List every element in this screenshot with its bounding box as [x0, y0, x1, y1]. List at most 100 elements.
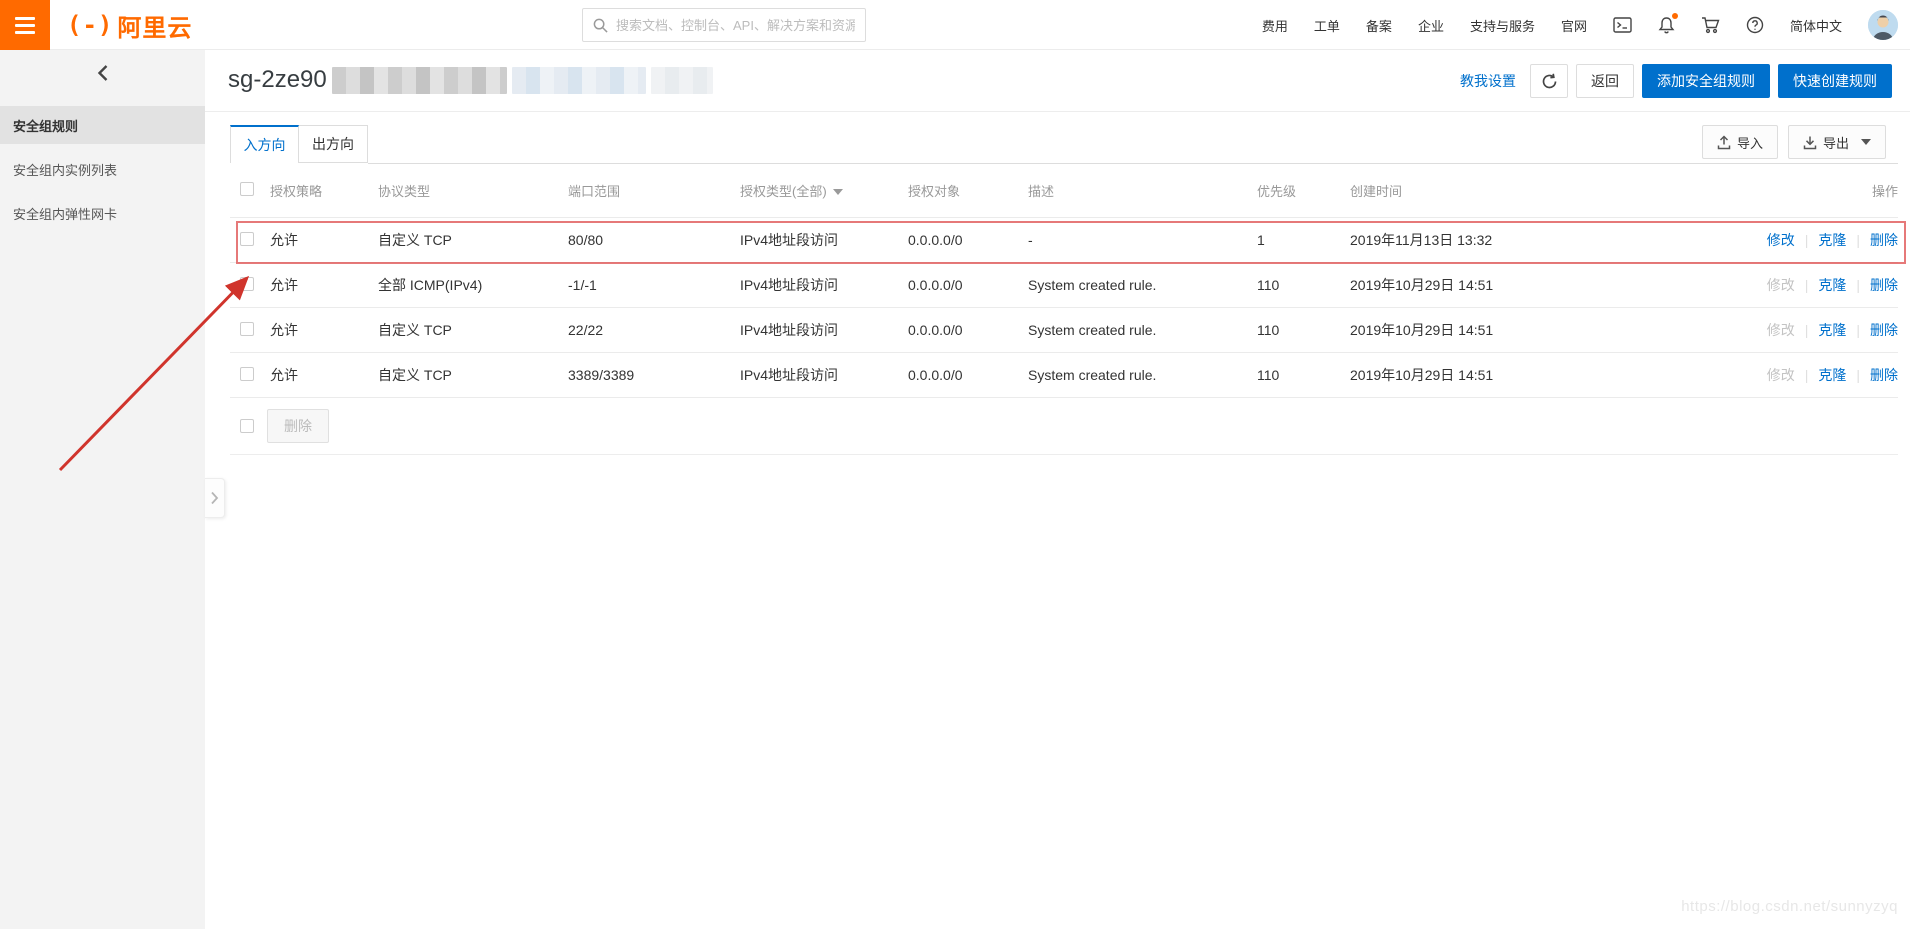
- notification-bell-icon[interactable]: [1658, 16, 1675, 34]
- import-label: 导入: [1737, 133, 1763, 152]
- cell-policy: 允许: [270, 275, 378, 295]
- cell-policy: 允许: [270, 365, 378, 385]
- sidebar-item-enis-in-group[interactable]: 安全组内弹性网卡: [0, 194, 205, 232]
- nav-item-enterprise[interactable]: 企业: [1418, 16, 1444, 35]
- nav-item-website[interactable]: 官网: [1561, 16, 1587, 35]
- tab-inbound[interactable]: 入方向: [230, 125, 299, 163]
- cell-protocol: 自定义 TCP: [378, 365, 568, 385]
- cell-port-range: 3389/3389: [568, 367, 740, 383]
- cell-protocol: 自定义 TCP: [378, 230, 568, 250]
- table-row: 允许 自定义 TCP 3389/3389 IPv4地址段访问 0.0.0.0/0…: [230, 352, 1898, 397]
- row-checkbox[interactable]: [240, 322, 254, 336]
- teach-me-setup-link[interactable]: 教我设置: [1460, 71, 1516, 91]
- back-button[interactable]: 返回: [1576, 64, 1634, 98]
- batch-delete-button[interactable]: 删除: [267, 409, 329, 443]
- modify-link[interactable]: 修改: [1767, 322, 1795, 338]
- aliyun-logo-mark: (-): [67, 11, 113, 39]
- col-header-policy: 授权策略: [270, 181, 378, 200]
- select-all-checkbox[interactable]: [240, 182, 254, 196]
- col-header-protocol: 协议类型: [378, 181, 568, 200]
- user-avatar[interactable]: [1868, 10, 1898, 40]
- export-label: 导出: [1823, 133, 1849, 152]
- quick-create-rule-button[interactable]: 快速创建规则: [1778, 64, 1892, 98]
- sidebar-item-label: 安全组内实例列表: [13, 160, 117, 179]
- nav-item-support[interactable]: 支持与服务: [1470, 16, 1535, 35]
- cell-auth-object: 0.0.0.0/0: [908, 277, 1028, 293]
- page-header: sg-2ze90 教我设置 返回 添加安全组规则 快速创建规则: [205, 50, 1910, 112]
- cell-policy: 允许: [270, 320, 378, 340]
- search-icon: [593, 18, 608, 33]
- table-row: 允许 自定义 TCP 22/22 IPv4地址段访问 0.0.0.0/0 Sys…: [230, 307, 1898, 352]
- watermark-text: https://blog.csdn.net/sunnyzyq: [1681, 898, 1898, 915]
- import-button[interactable]: 导入: [1702, 125, 1778, 159]
- batch-select-checkbox[interactable]: [240, 419, 254, 433]
- global-search[interactable]: [582, 8, 866, 42]
- row-checkbox[interactable]: [240, 277, 254, 291]
- col-header-description: 描述: [1028, 181, 1257, 200]
- locale-switcher[interactable]: 简体中文: [1790, 16, 1842, 35]
- hamburger-menu-button[interactable]: [0, 0, 50, 50]
- chevron-left-icon: [96, 64, 110, 82]
- col-header-auth-object: 授权对象: [908, 181, 1028, 200]
- download-icon: [1803, 135, 1817, 150]
- col-header-port-range: 端口范围: [568, 181, 740, 200]
- sidebar-item-instances-in-group[interactable]: 安全组内实例列表: [0, 150, 205, 188]
- aliyun-logo-text: 阿里云: [117, 8, 192, 43]
- col-header-actions: 操作: [1580, 181, 1898, 200]
- cell-auth-type: IPv4地址段访问: [740, 320, 908, 340]
- title-redaction-block: [512, 67, 646, 94]
- aliyun-logo[interactable]: (-) 阿里云: [67, 0, 192, 50]
- modify-link[interactable]: 修改: [1767, 232, 1795, 248]
- delete-link[interactable]: 删除: [1870, 367, 1898, 383]
- row-checkbox[interactable]: [240, 232, 254, 246]
- help-icon[interactable]: [1746, 16, 1764, 34]
- cell-created: 2019年10月29日 14:51: [1350, 275, 1580, 295]
- batch-actions-row: 删除: [230, 397, 1898, 455]
- delete-link[interactable]: 删除: [1870, 232, 1898, 248]
- cell-created: 2019年10月29日 14:51: [1350, 320, 1580, 340]
- cell-port-range: -1/-1: [568, 277, 740, 293]
- cell-auth-type: IPv4地址段访问: [740, 230, 908, 250]
- cell-protocol: 全部 ICMP(IPv4): [378, 275, 568, 295]
- cell-auth-object: 0.0.0.0/0: [908, 232, 1028, 248]
- sidebar-expand-handle[interactable]: [205, 478, 225, 518]
- refresh-button[interactable]: [1530, 64, 1568, 98]
- cell-policy: 允许: [270, 230, 378, 250]
- page-title: sg-2ze90: [228, 66, 713, 94]
- cell-port-range: 22/22: [568, 322, 740, 338]
- add-security-group-rule-button[interactable]: 添加安全组规则: [1642, 64, 1770, 98]
- sidebar-item-label: 安全组规则: [13, 116, 78, 135]
- clone-link[interactable]: 克隆: [1818, 322, 1846, 338]
- col-header-priority: 优先级: [1257, 181, 1350, 200]
- navbar-right-menu: 费用 工单 备案 企业 支持与服务 官网: [1262, 0, 1898, 50]
- delete-link[interactable]: 删除: [1870, 322, 1898, 338]
- cell-created: 2019年10月29日 14:51: [1350, 365, 1580, 385]
- cell-auth-type: IPv4地址段访问: [740, 365, 908, 385]
- delete-link[interactable]: 删除: [1870, 277, 1898, 293]
- console-terminal-icon[interactable]: [1613, 17, 1632, 33]
- sidebar-item-security-group-rules[interactable]: 安全组规则: [0, 106, 205, 144]
- nav-item-tickets[interactable]: 工单: [1314, 16, 1340, 35]
- import-export-toolbar: 导入 导出: [1702, 125, 1886, 159]
- row-checkbox[interactable]: [240, 367, 254, 381]
- clone-link[interactable]: 克隆: [1818, 277, 1846, 293]
- modify-link[interactable]: 修改: [1767, 277, 1795, 293]
- search-input[interactable]: [616, 18, 855, 33]
- title-redaction-block: [651, 67, 713, 94]
- cart-icon[interactable]: [1701, 16, 1720, 34]
- nav-item-billing[interactable]: 费用: [1262, 16, 1288, 35]
- cell-created: 2019年11月13日 13:32: [1350, 230, 1580, 250]
- caret-down-icon: [1861, 139, 1871, 145]
- sidebar-item-label: 安全组内弹性网卡: [13, 204, 117, 223]
- clone-link[interactable]: 克隆: [1818, 232, 1846, 248]
- cell-description: -: [1028, 232, 1257, 248]
- clone-link[interactable]: 克隆: [1818, 367, 1846, 383]
- export-button[interactable]: 导出: [1788, 125, 1886, 159]
- cell-auth-object: 0.0.0.0/0: [908, 322, 1028, 338]
- sidebar-collapse-button[interactable]: [0, 50, 205, 96]
- nav-item-icp[interactable]: 备案: [1366, 16, 1392, 35]
- direction-tab-bar: 入方向 出方向 导入 导出: [205, 125, 1910, 164]
- col-header-auth-type-filter[interactable]: 授权类型(全部): [740, 181, 908, 200]
- tab-outbound[interactable]: 出方向: [299, 125, 368, 163]
- modify-link[interactable]: 修改: [1767, 367, 1795, 383]
